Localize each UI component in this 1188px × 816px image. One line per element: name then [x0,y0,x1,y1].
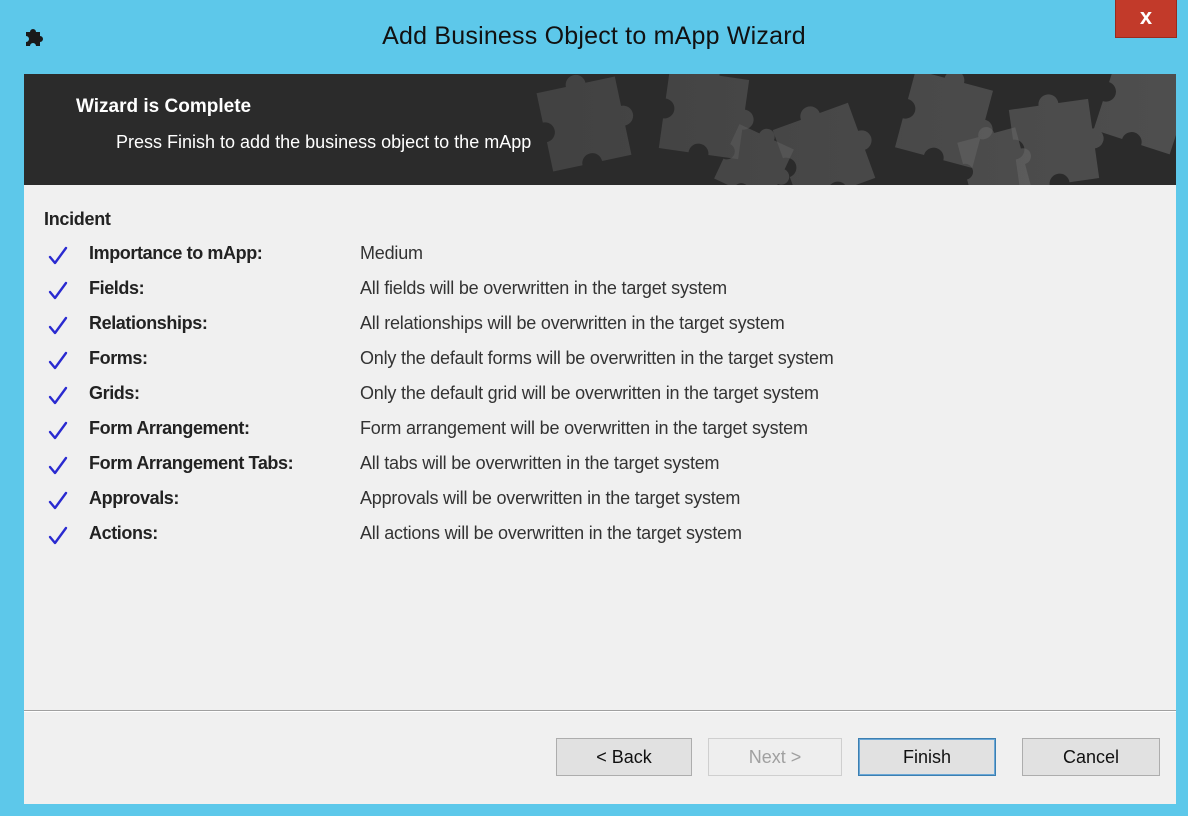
cancel-button[interactable]: Cancel [1022,738,1160,776]
summary-row-label: Form Arrangement: [89,418,250,438]
banner-subtitle: Press Finish to add the business object … [116,132,532,152]
summary-row-value: All relationships will be overwritten in… [360,313,785,333]
summary-row-label: Grids: [89,383,140,403]
summary-row-value: Medium [360,243,423,263]
banner-title: Wizard is Complete [76,96,252,117]
title-bar[interactable]: Add Business Object to mApp Wizard x [0,0,1188,74]
summary-row-label: Importance to mApp: [89,243,263,263]
wizard-window: Add Business Object to mApp Wizard x Wiz… [0,0,1188,816]
wizard-client-area: Wizard is Complete Press Finish to add t… [24,74,1176,804]
business-object-name: Incident [44,209,111,229]
summary-row: Fields: All fields will be overwritten i… [24,276,1176,310]
checkmark-icon [48,491,68,510]
summary-row: Forms: Only the default forms will be ov… [24,346,1176,380]
summary-row-value: All actions will be overwritten in the t… [360,523,742,543]
summary-row: Importance to mApp: Medium [24,241,1176,275]
puzzle-pieces-graphic [24,74,1176,185]
close-button[interactable]: x [1115,0,1177,38]
summary-row: Actions: All actions will be overwritten… [24,521,1176,555]
checkmark-icon [48,526,68,545]
summary-row-label: Fields: [89,278,145,298]
summary-row-label: Actions: [89,523,158,543]
checkmark-icon [48,316,68,335]
checkmark-icon [48,456,68,475]
checkmark-icon [48,421,68,440]
summary-row-label: Relationships: [89,313,208,333]
summary-row-value: Approvals will be overwritten in the tar… [360,488,741,508]
footer-divider [24,710,1176,712]
summary-row: Approvals: Approvals will be overwritten… [24,486,1176,520]
checkmark-icon [48,386,68,405]
checkmark-icon [48,246,68,265]
summary-row: Grids: Only the default grid will be ove… [24,381,1176,415]
summary-row-value: All fields will be overwritten in the ta… [360,278,727,298]
checkmark-icon [48,351,68,370]
summary-row-label: Forms: [89,348,148,368]
checkmark-icon [48,281,68,300]
summary-row-value: Only the default grid will be overwritte… [360,383,819,403]
window-title: Add Business Object to mApp Wizard [382,22,806,50]
summary-row: Relationships: All relationships will be… [24,311,1176,345]
next-button[interactable]: Next > [708,738,842,776]
finish-button[interactable]: Finish [858,738,996,776]
summary-row-value: Only the default forms will be overwritt… [360,348,834,368]
summary-row-value: Form arrangement will be overwritten in … [360,418,808,438]
wizard-header-banner: Wizard is Complete Press Finish to add t… [24,74,1176,185]
summary-row-label: Form Arrangement Tabs: [89,453,294,473]
summary-row: Form Arrangement: Form arrangement will … [24,416,1176,450]
back-button[interactable]: < Back [556,738,692,776]
summary-row-value: All tabs will be overwritten in the targ… [360,453,720,473]
summary-row-label: Approvals: [89,488,180,508]
summary-row: Form Arrangement Tabs: All tabs will be … [24,451,1176,485]
